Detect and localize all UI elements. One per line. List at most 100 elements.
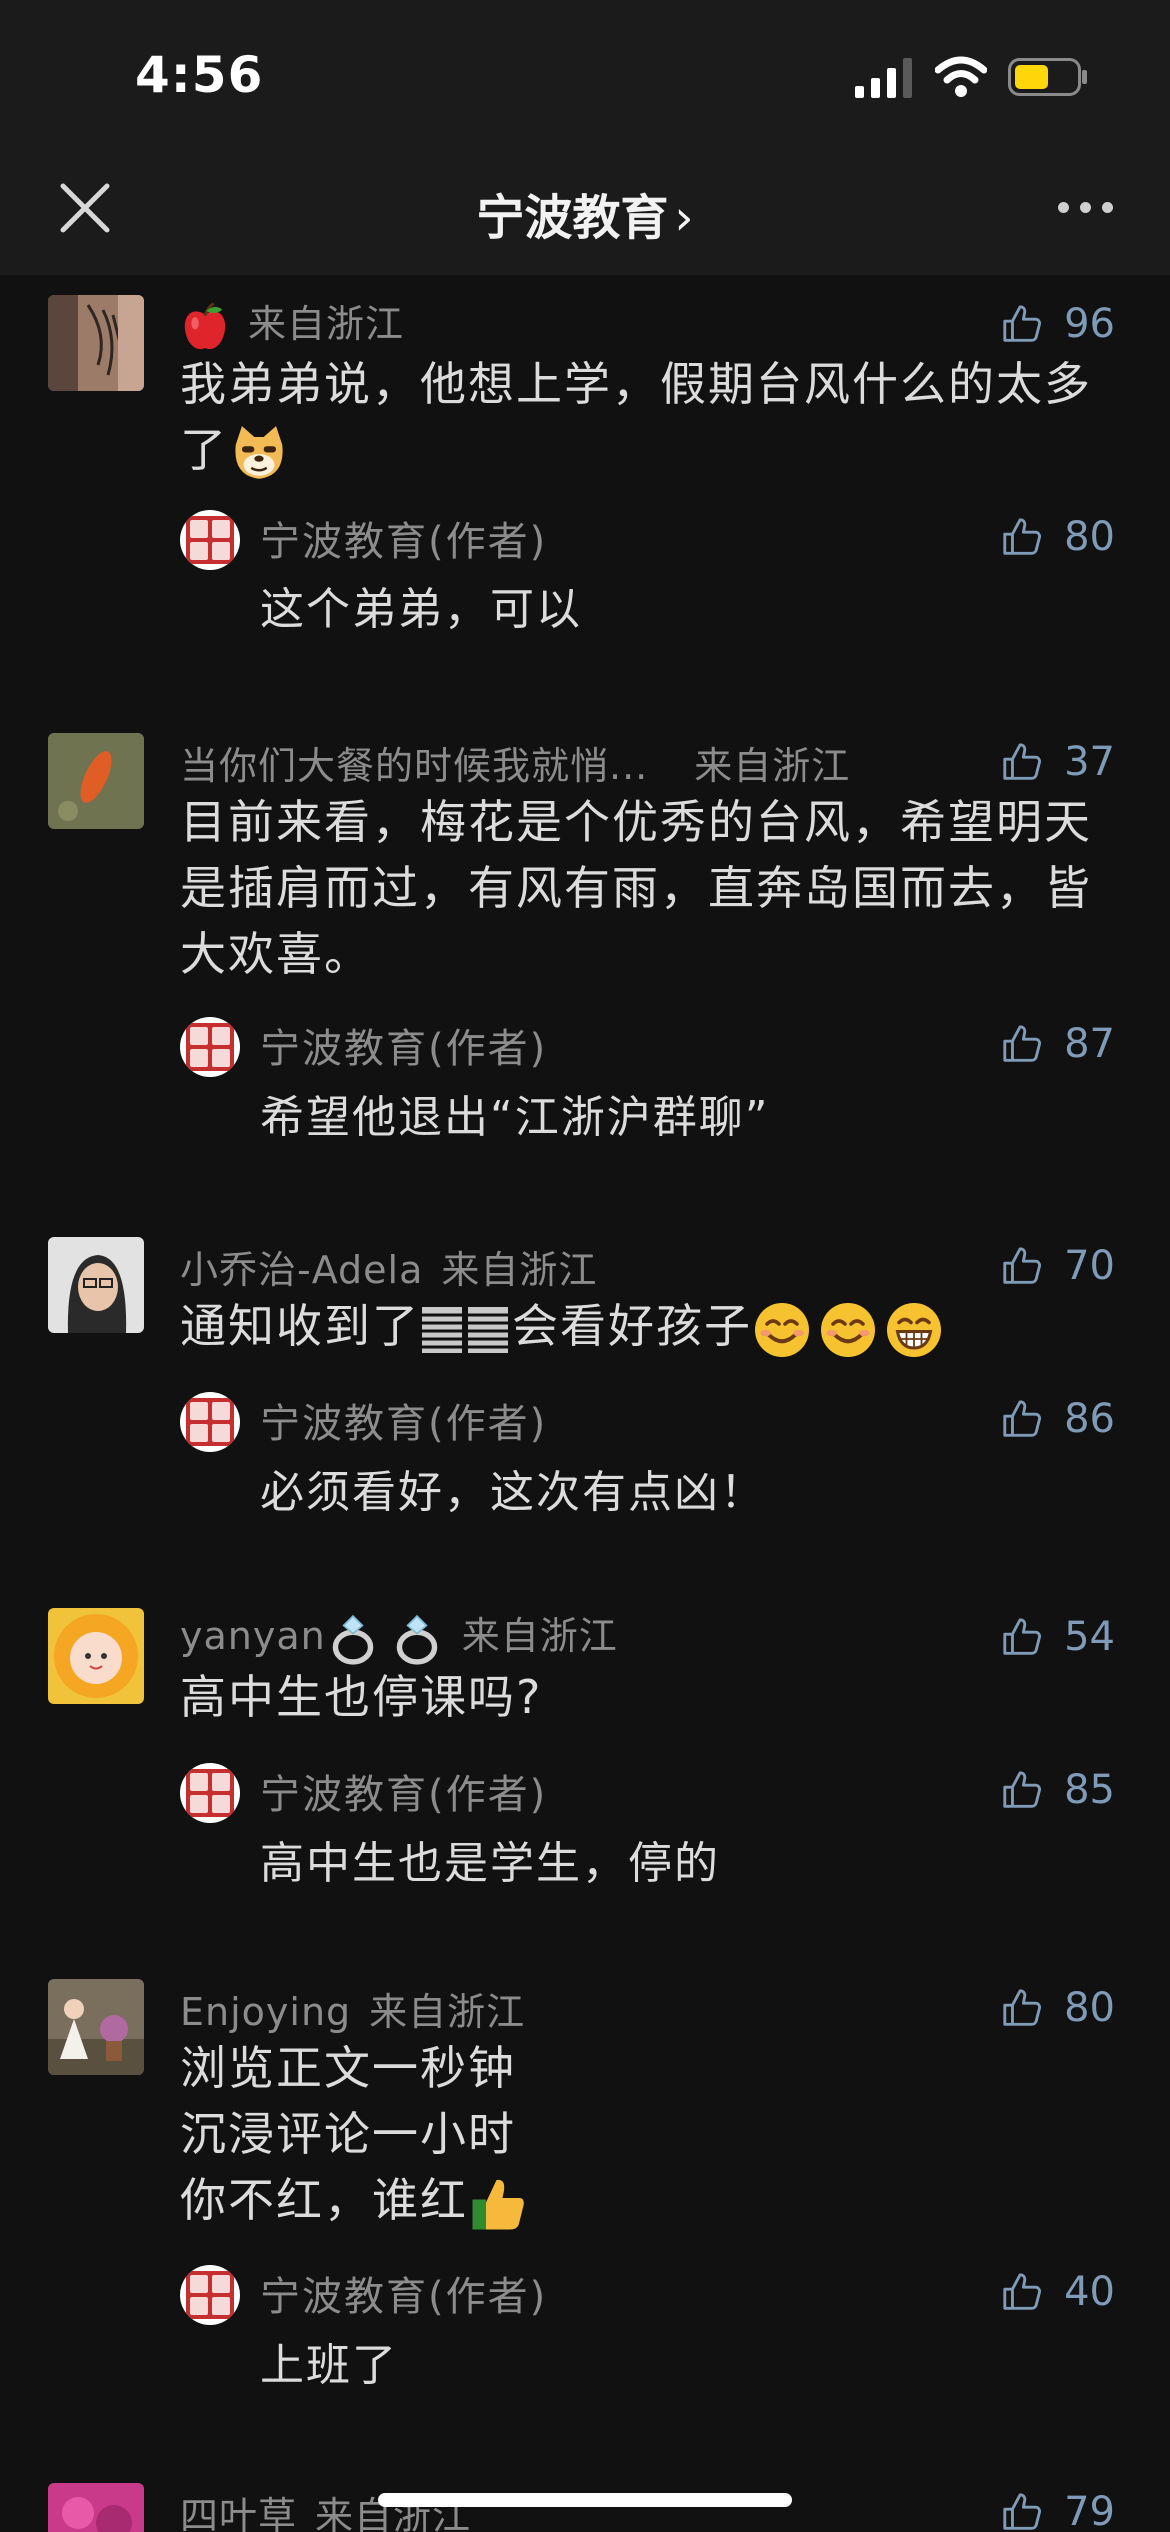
- like-button[interactable]: 79: [1000, 2488, 1115, 2532]
- reply-like-button[interactable]: 87: [1000, 1020, 1115, 1068]
- reply-author[interactable]: 宁波教育(作者): [260, 509, 547, 567]
- avatar[interactable]: [48, 295, 144, 391]
- comment-username[interactable]: yanyan 来自浙江: [180, 1608, 618, 1666]
- nav-title-text: 宁波教育: [476, 190, 669, 246]
- reply-author[interactable]: 宁波教育(作者): [260, 1016, 547, 1074]
- comment-text[interactable]: 通知收到了 会看好孩子: [180, 1293, 1110, 1360]
- thumbs-up-outline-icon: [1000, 1396, 1046, 1442]
- thumbs-up-outline-icon: [1000, 2269, 1046, 2315]
- reply-author[interactable]: 宁波教育(作者): [260, 1391, 547, 1449]
- author-avatar[interactable]: [180, 1763, 240, 1823]
- ring-emoji: [326, 1612, 380, 1666]
- signal-icon: [855, 58, 912, 98]
- author-avatar[interactable]: [180, 1017, 240, 1077]
- reply-text[interactable]: 上班了: [260, 2329, 1110, 2393]
- comment-text-line: 你不红，谁红: [180, 2173, 468, 2227]
- like-count: 80: [1064, 514, 1115, 560]
- like-button[interactable]: 70: [1000, 1242, 1115, 1290]
- smile-emoji: [752, 1300, 812, 1360]
- doge-emoji: [228, 423, 290, 485]
- username-text: 四叶草: [180, 2494, 298, 2532]
- thumbs-up-outline-icon: [1000, 301, 1046, 347]
- reply-text[interactable]: 希望他退出“江浙沪群聊”: [260, 1081, 1110, 1145]
- location-label: 来自浙江: [248, 302, 405, 346]
- status-time: 4:56: [135, 46, 264, 104]
- avatar[interactable]: [48, 2483, 144, 2532]
- like-count: 85: [1064, 1767, 1115, 1813]
- reply-like-button[interactable]: 40: [1000, 2268, 1115, 2316]
- like-count: 40: [1064, 2269, 1115, 2315]
- thumbs-up-emoji: [468, 2174, 528, 2234]
- chevron-right-icon: ›: [674, 190, 694, 246]
- ring-emoji: [390, 1612, 444, 1666]
- thumbs-up-outline-icon: [1000, 1021, 1046, 1067]
- like-count: 80: [1064, 1985, 1115, 2031]
- smile-emoji: [818, 1300, 878, 1360]
- thumbs-up-outline-icon: [1000, 739, 1046, 785]
- like-count: 37: [1064, 739, 1115, 785]
- like-count: 54: [1064, 1614, 1115, 1660]
- comment-text[interactable]: 高中生也停课吗?: [180, 1664, 1110, 1730]
- comment-text-suffix: 会看好孩子: [512, 1299, 752, 1353]
- location-label: 来自浙江: [461, 1614, 618, 1658]
- location-label: 来自浙江: [369, 1990, 526, 2034]
- reply-text[interactable]: 这个弟弟，可以: [260, 573, 1110, 637]
- thumbs-up-outline-icon: [1000, 514, 1046, 560]
- author-avatar[interactable]: [180, 2265, 240, 2325]
- announcement-icon: [422, 1306, 508, 1353]
- comment-text-line-emoji-row: 你不红，谁红: [180, 2167, 1110, 2234]
- thumbs-up-outline-icon: [1000, 1243, 1046, 1289]
- reply-author[interactable]: 宁波教育(作者): [260, 2264, 547, 2322]
- comment-username[interactable]: 来自浙江: [180, 295, 404, 353]
- like-button[interactable]: 37: [1000, 738, 1115, 786]
- comment-list[interactable]: 来自浙江 96 我弟弟说，他想上学，假期台风什么的太多了 宁波教育(作者) 80…: [0, 275, 1170, 2532]
- author-avatar[interactable]: [180, 510, 240, 570]
- comment-text-line: 沉浸评论一小时: [180, 2107, 516, 2161]
- comment-username[interactable]: Enjoying 来自浙江: [180, 1981, 525, 2036]
- author-avatar[interactable]: [180, 1392, 240, 1452]
- reply-like-button[interactable]: 80: [1000, 513, 1115, 561]
- grin-emoji: [884, 1300, 944, 1360]
- like-count: 79: [1064, 2489, 1115, 2532]
- comment-text-line: 浏览正文一秒钟: [180, 2041, 516, 2095]
- like-count: 70: [1064, 1243, 1115, 1289]
- like-button[interactable]: 54: [1000, 1613, 1115, 1661]
- location-label: 来自浙江: [694, 744, 851, 788]
- avatar[interactable]: [48, 1979, 144, 2075]
- comment-username[interactable]: 小乔治-Adela 来自浙江: [180, 1239, 597, 1294]
- battery-icon: [1008, 58, 1087, 96]
- like-button[interactable]: 96: [1000, 300, 1115, 348]
- apple-emoji: [184, 301, 226, 349]
- comment-text[interactable]: 我弟弟说，他想上学，假期台风什么的太多了: [180, 351, 1110, 485]
- avatar[interactable]: [48, 1608, 144, 1704]
- like-count: 86: [1064, 1396, 1115, 1442]
- reply-like-button[interactable]: 86: [1000, 1395, 1115, 1443]
- like-count: 87: [1064, 1021, 1115, 1067]
- location-label: 来自浙江: [441, 1248, 598, 1292]
- thumbs-up-outline-icon: [1000, 1614, 1046, 1660]
- comment-text-body: 我弟弟说，他想上学，假期台风什么的太多了: [180, 357, 1092, 477]
- avatar[interactable]: [48, 733, 144, 829]
- home-indicator[interactable]: [378, 2493, 792, 2507]
- like-count: 96: [1064, 301, 1115, 347]
- wifi-icon: [935, 56, 987, 97]
- avatar[interactable]: [48, 1237, 144, 1333]
- more-icon[interactable]: [1050, 190, 1120, 220]
- username-text: 当你们大餐的时候我就悄...: [180, 744, 649, 788]
- like-button[interactable]: 80: [1000, 1984, 1115, 2032]
- username-text: Enjoying: [180, 1990, 352, 2034]
- thumbs-up-outline-icon: [1000, 1985, 1046, 2031]
- comment-text[interactable]: 目前来看，梅花是个优秀的台风，希望明天是插肩而过，有风有雨，直奔岛国而去，皆大欢…: [180, 789, 1110, 987]
- reply-like-button[interactable]: 85: [1000, 1766, 1115, 1814]
- username-text: yanyan: [180, 1614, 326, 1658]
- username-text: 小乔治-Adela: [180, 1248, 424, 1292]
- comment-text-body: 通知收到了: [180, 1299, 420, 1353]
- reply-text[interactable]: 高中生也是学生，停的: [260, 1827, 1110, 1891]
- reply-text[interactable]: 必须看好，这次有点凶！: [260, 1456, 1110, 1520]
- nav-title[interactable]: 宁波教育 ›: [0, 178, 1170, 248]
- thumbs-up-outline-icon: [1000, 2489, 1046, 2532]
- comment-text[interactable]: 浏览正文一秒钟 沉浸评论一小时 你不红，谁红: [180, 2035, 1110, 2234]
- thumbs-up-outline-icon: [1000, 1767, 1046, 1813]
- reply-author[interactable]: 宁波教育(作者): [260, 1762, 547, 1820]
- comment-username[interactable]: 当你们大餐的时候我就悄... 来自浙江: [180, 735, 850, 790]
